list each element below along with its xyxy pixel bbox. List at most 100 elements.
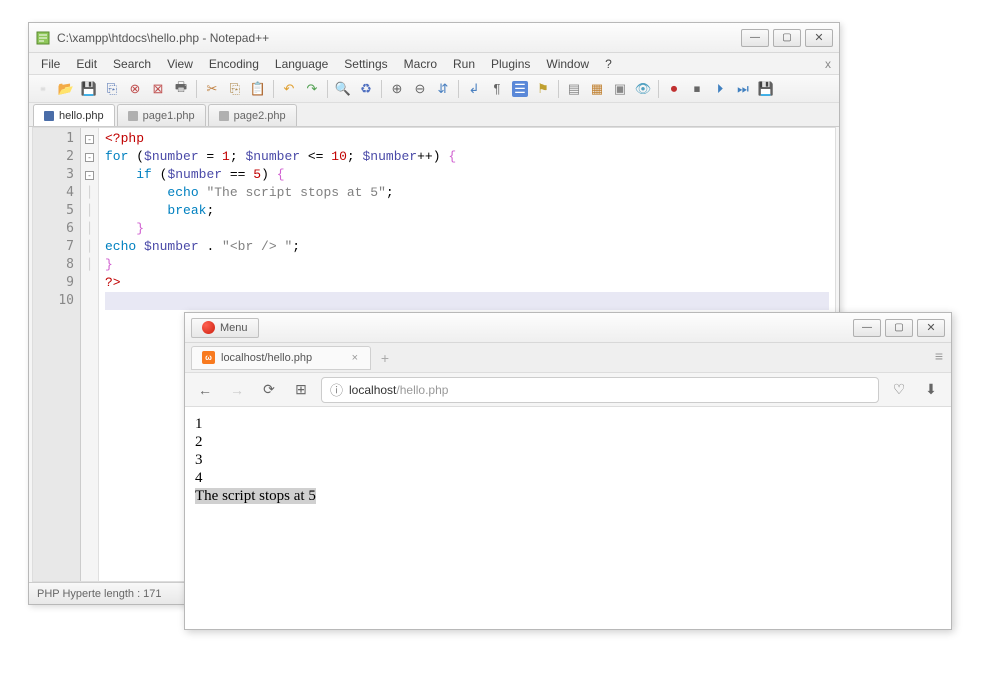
browser-tab-title: localhost/hello.php (221, 352, 312, 364)
stop-macro-icon[interactable]: ⏹ (687, 79, 707, 99)
menu-window[interactable]: Window (538, 55, 597, 73)
output-line: 4 (195, 469, 941, 487)
browser-menu-button[interactable]: Menu (191, 318, 259, 338)
indent-guide-icon[interactable]: ☰ (510, 79, 530, 99)
save-all-icon[interactable]: ⎘ (102, 79, 122, 99)
doc-map-icon[interactable]: ▤ (564, 79, 584, 99)
line-number-gutter: 12345678910 (33, 128, 81, 581)
code-line[interactable]: } (105, 256, 829, 274)
file-tab[interactable]: page2.php (208, 104, 297, 126)
browser-close-button[interactable]: ✕ (917, 319, 945, 337)
file-tab[interactable]: hello.php (33, 104, 115, 126)
redo-icon[interactable]: ↷ (302, 79, 322, 99)
code-line[interactable]: ?> (105, 274, 829, 292)
code-line[interactable]: echo "The script stops at 5"; (105, 184, 829, 202)
notepadpp-app-icon (35, 30, 51, 46)
menu-plugins[interactable]: Plugins (483, 55, 538, 73)
url-path: /hello.php (396, 383, 448, 397)
url-host: localhost (349, 383, 396, 397)
code-line[interactable]: if ($number == 5) { (105, 166, 829, 184)
file-tab[interactable]: page1.php (117, 104, 206, 126)
play-multi-icon[interactable]: ⏭ (733, 79, 753, 99)
record-macro-icon[interactable]: ⏺ (664, 79, 684, 99)
close-all-icon[interactable]: ⊠ (148, 79, 168, 99)
browser-tab[interactable]: ω localhost/hello.php × (191, 346, 371, 370)
tab-label: hello.php (59, 110, 104, 122)
save-macro-icon[interactable]: 💾 (756, 79, 776, 99)
npp-maximize-button[interactable]: ▢ (773, 29, 801, 47)
npp-titlebar[interactable]: C:\xampp\htdocs\hello.php - Notepad++ — … (29, 23, 839, 53)
tab-menu-icon[interactable]: ≡ (935, 348, 943, 364)
folder-icon[interactable]: ▣ (610, 79, 630, 99)
back-button[interactable]: ← (193, 378, 217, 402)
sync-scroll-icon[interactable]: ⇵ (433, 79, 453, 99)
code-line[interactable]: <?php (105, 130, 829, 148)
func-list-icon[interactable]: ▦ (587, 79, 607, 99)
menu-language[interactable]: Language (267, 55, 336, 73)
open-file-icon[interactable]: 📂 (56, 79, 76, 99)
npp-menubar-close-icon[interactable]: x (825, 57, 831, 71)
show-all-chars-icon[interactable]: ¶ (487, 79, 507, 99)
find-icon[interactable]: 🔍 (333, 79, 353, 99)
code-line[interactable] (105, 292, 829, 310)
speed-dial-icon[interactable]: ⊞ (289, 378, 313, 402)
new-tab-button[interactable]: + (375, 348, 395, 368)
output-final-line: The script stops at 5 (195, 488, 316, 504)
tab-label: page1.php (143, 110, 195, 122)
menu-button-label: Menu (220, 322, 248, 334)
reload-button[interactable]: ⟳ (257, 378, 281, 402)
zoom-in-icon[interactable]: ⊕ (387, 79, 407, 99)
browser-minimize-button[interactable]: — (853, 319, 881, 337)
user-lang-icon[interactable]: ⚑ (533, 79, 553, 99)
menu-edit[interactable]: Edit (68, 55, 105, 73)
address-bar[interactable]: ⓘ localhost/hello.php (321, 377, 879, 403)
menu-settings[interactable]: Settings (336, 55, 395, 73)
cut-icon[interactable]: ✂ (202, 79, 222, 99)
page-content[interactable]: 1234The script stops at 5 (185, 407, 951, 513)
undo-icon[interactable]: ↶ (279, 79, 299, 99)
wordwrap-icon[interactable]: ↲ (464, 79, 484, 99)
code-line[interactable]: break; (105, 202, 829, 220)
fold-column[interactable]: ---│││││ (81, 128, 99, 581)
download-icon[interactable]: ⬇ (919, 378, 943, 402)
menu-run[interactable]: Run (445, 55, 483, 73)
npp-title-text: C:\xampp\htdocs\hello.php - Notepad++ (57, 31, 741, 45)
menu-?[interactable]: ? (597, 55, 620, 73)
code-line[interactable]: } (105, 220, 829, 238)
tab-status-icon (44, 111, 54, 121)
menu-view[interactable]: View (159, 55, 201, 73)
site-info-icon[interactable]: ⓘ (330, 380, 343, 399)
tab-close-icon[interactable]: × (350, 352, 360, 364)
play-macro-icon[interactable]: ⏵ (710, 79, 730, 99)
code-line[interactable]: echo $number . "<br /> "; (105, 238, 829, 256)
zoom-out-icon[interactable]: ⊖ (410, 79, 430, 99)
browser-maximize-button[interactable]: ▢ (885, 319, 913, 337)
new-file-icon[interactable]: ▫ (33, 79, 53, 99)
toolbar-separator (658, 80, 659, 98)
npp-close-button[interactable]: ✕ (805, 29, 833, 47)
copy-icon[interactable]: ⎘ (225, 79, 245, 99)
monitor-icon[interactable]: 👁 (633, 79, 653, 99)
menu-file[interactable]: File (33, 55, 68, 73)
output-line: 3 (195, 451, 941, 469)
save-icon[interactable]: 💾 (79, 79, 99, 99)
browser-titlebar[interactable]: Menu — ▢ ✕ (185, 313, 951, 343)
close-file-icon[interactable]: ⊗ (125, 79, 145, 99)
npp-tab-bar: hello.php page1.php page2.php (29, 103, 839, 127)
tab-status-icon (128, 111, 138, 121)
code-line[interactable]: for ($number = 1; $number <= 10; $number… (105, 148, 829, 166)
menu-macro[interactable]: Macro (396, 55, 445, 73)
print-icon[interactable]: 🖶 (171, 79, 191, 99)
browser-toolbar: ← → ⟳ ⊞ ⓘ localhost/hello.php ♡ ⬇ (185, 373, 951, 407)
menu-search[interactable]: Search (105, 55, 159, 73)
paste-icon[interactable]: 📋 (248, 79, 268, 99)
replace-icon[interactable]: ♻ (356, 79, 376, 99)
bookmark-heart-icon[interactable]: ♡ (887, 378, 911, 402)
toolbar-separator (273, 80, 274, 98)
toolbar-separator (381, 80, 382, 98)
tab-status-icon (219, 111, 229, 121)
forward-button[interactable]: → (225, 378, 249, 402)
npp-minimize-button[interactable]: — (741, 29, 769, 47)
menu-encoding[interactable]: Encoding (201, 55, 267, 73)
browser-window: Menu — ▢ ✕ ω localhost/hello.php × + ≡ ←… (184, 312, 952, 630)
